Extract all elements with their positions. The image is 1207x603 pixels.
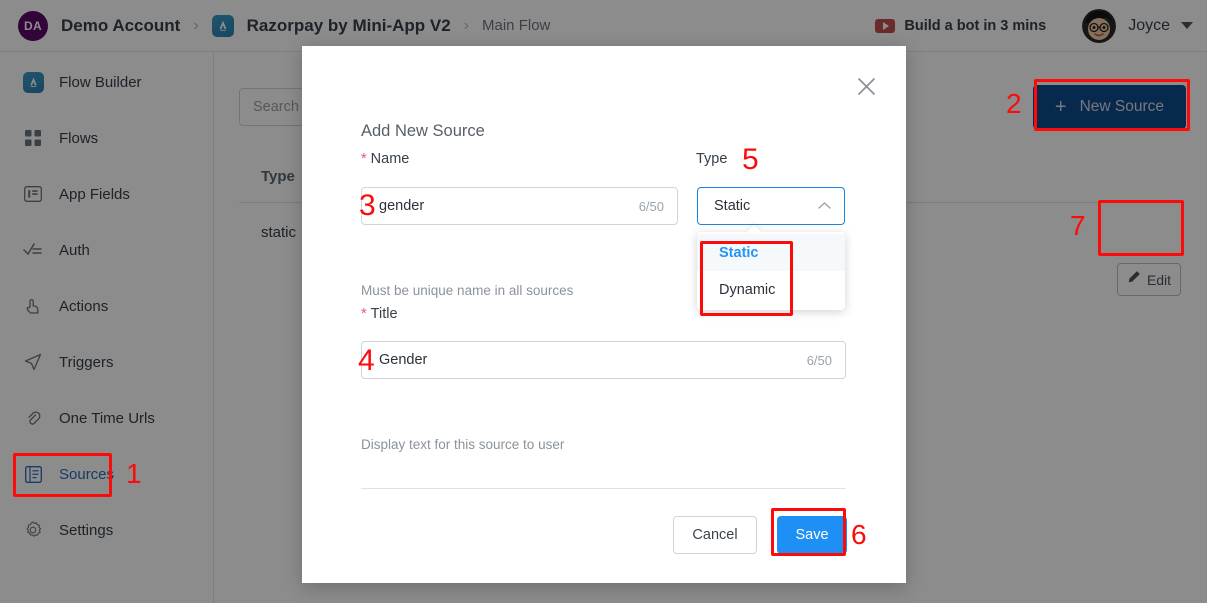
dropdown-option-static[interactable]: Static bbox=[697, 234, 845, 271]
name-label: * Name bbox=[361, 151, 409, 167]
required-asterisk: * bbox=[361, 151, 367, 167]
title-label-text: Title bbox=[370, 306, 398, 322]
type-label: Type bbox=[696, 151, 728, 167]
name-input[interactable]: gender 6/50 bbox=[361, 187, 678, 225]
dropdown-option-dynamic[interactable]: Dynamic bbox=[697, 271, 845, 308]
save-button[interactable]: Save bbox=[777, 516, 847, 554]
type-selected-value: Static bbox=[714, 198, 751, 214]
dropdown-option-label: Dynamic bbox=[719, 281, 776, 298]
required-asterisk: * bbox=[361, 306, 367, 322]
title-input[interactable]: Gender 6/50 bbox=[361, 341, 846, 379]
title-hint: Display text for this source to user bbox=[361, 437, 565, 452]
name-label-text: Name bbox=[370, 151, 410, 167]
app-root: DA Demo Account › Razorpay by Mini-App V… bbox=[0, 0, 1207, 603]
dropdown-option-label: Static bbox=[719, 244, 759, 261]
cancel-button[interactable]: Cancel bbox=[673, 516, 757, 554]
title-counter: 6/50 bbox=[806, 352, 832, 368]
dialog-title: Add New Source bbox=[361, 122, 485, 140]
add-new-source-dialog: Add New Source * Name gender 6/50 Must be… bbox=[302, 46, 906, 583]
name-hint: Must be unique name in all sources bbox=[361, 283, 574, 298]
name-value: gender bbox=[379, 198, 425, 214]
close-icon[interactable] bbox=[852, 72, 880, 100]
chevron-up-icon bbox=[818, 197, 831, 215]
type-dropdown-menu[interactable]: Static Dynamic bbox=[697, 224, 845, 310]
type-select[interactable]: Static bbox=[697, 187, 845, 225]
title-value: Gender bbox=[379, 352, 428, 368]
name-counter: 6/50 bbox=[638, 198, 664, 214]
title-label: * Title bbox=[361, 306, 398, 322]
footer-divider bbox=[361, 488, 846, 489]
